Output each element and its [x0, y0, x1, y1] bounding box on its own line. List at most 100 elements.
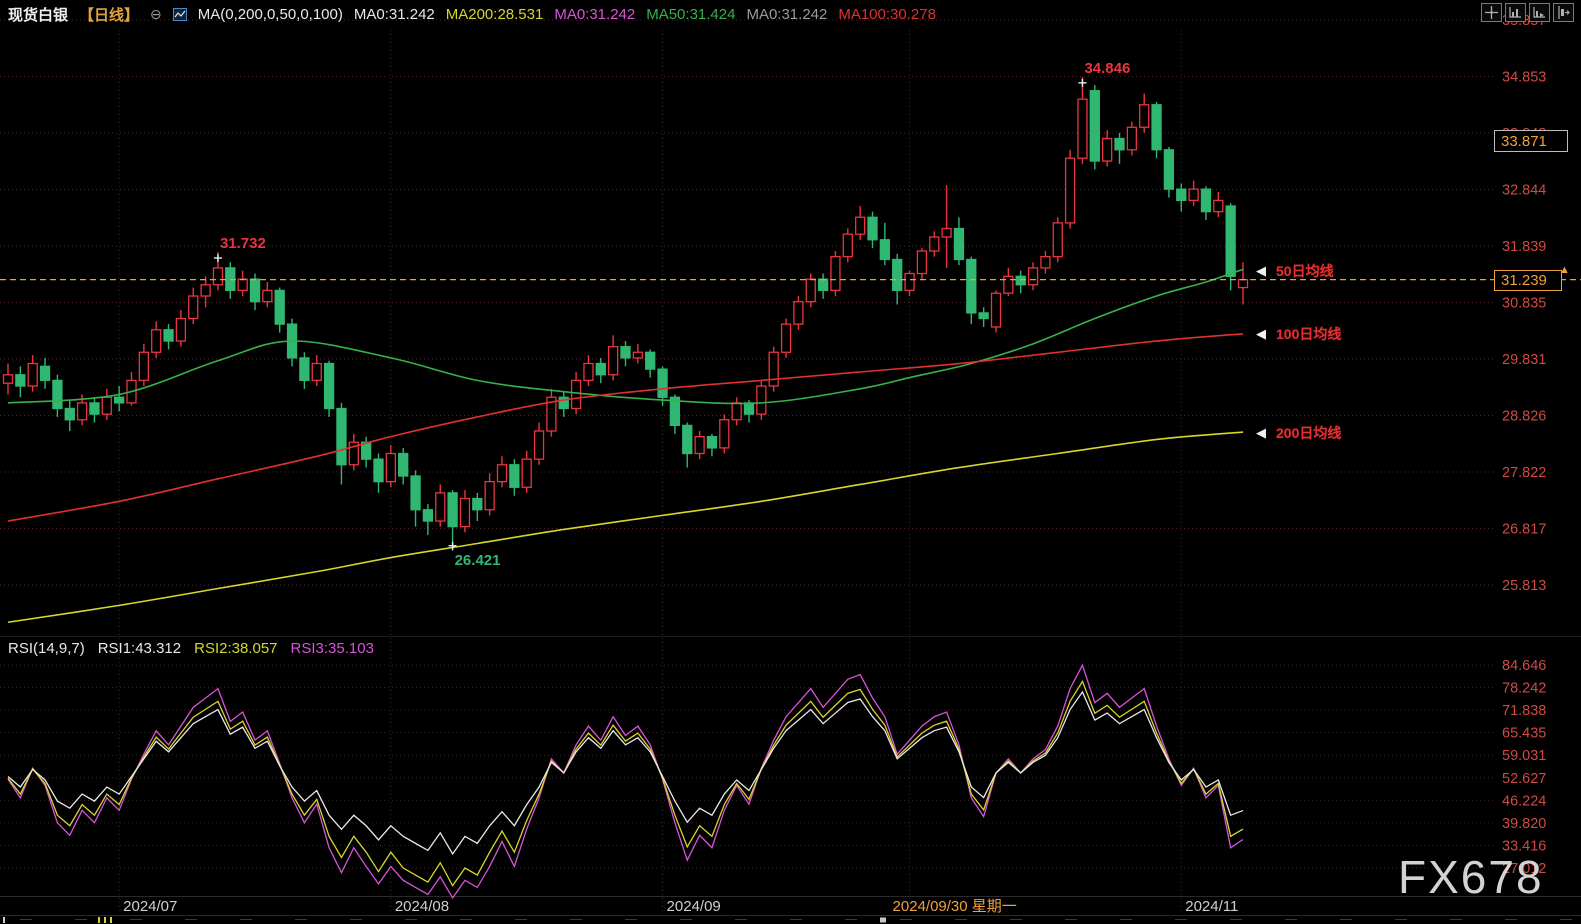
candle-body: [423, 510, 432, 521]
scrollbar-left-handle[interactable]: [3, 917, 5, 923]
candle-body: [4, 375, 13, 383]
rsi1-line: [8, 692, 1243, 854]
zoom-window-icon: [1508, 5, 1523, 20]
candle-body: [1029, 268, 1038, 285]
candle-body: [1004, 276, 1013, 293]
candle-body: [436, 493, 445, 521]
rsi-tick-label: 52.627: [1502, 771, 1546, 787]
left-arrow-icon: ◀: [1256, 425, 1266, 441]
candle-body: [596, 364, 605, 375]
candle-body: [720, 420, 729, 448]
candle-body: [78, 403, 87, 420]
candle-body: [535, 431, 544, 459]
candle-body: [707, 437, 716, 448]
rsi-tick-label: 39.820: [1502, 816, 1546, 832]
candle-body: [757, 386, 766, 414]
scrollbar-thumb[interactable]: [880, 918, 886, 923]
candle-body: [1140, 105, 1149, 128]
rsi-tick-label: 71.838: [1502, 703, 1546, 719]
candle-body: [374, 459, 383, 482]
swing-low-label: 26.421: [455, 552, 501, 569]
rsi-tick-label: 65.435: [1502, 726, 1546, 742]
price-tick-label: 34.853: [1502, 69, 1546, 85]
candle-body: [213, 268, 222, 285]
ma-value-2: MA0:31.242: [554, 6, 635, 23]
candle-body: [992, 293, 1001, 327]
candle-body: [868, 217, 877, 240]
candle-body: [312, 364, 321, 381]
candle-body: [53, 380, 62, 408]
candle-body: [460, 499, 469, 527]
candle-body: [263, 290, 272, 301]
price-tick-label: 28.826: [1502, 408, 1546, 424]
candle-body: [251, 279, 260, 302]
candle-body: [90, 403, 99, 414]
swing-high-label: 31.732: [220, 235, 266, 252]
rsi-value-2: RSI3:35.103: [291, 640, 374, 657]
candle-body: [411, 476, 420, 510]
candle-body: [1127, 127, 1136, 150]
ma-value-0: MA0:31.242: [354, 6, 435, 23]
candle-body: [448, 493, 457, 527]
candle-body: [337, 409, 346, 465]
ma50-tag: ◀ 50日均线: [1256, 261, 1334, 281]
candle-body: [152, 330, 161, 353]
price-tick-label: 32.844: [1502, 182, 1546, 198]
price-marker-value: 33.871: [1501, 133, 1547, 150]
zoom-window-button[interactable]: [1505, 3, 1526, 22]
candle-body: [1103, 139, 1112, 162]
last-price-value: 31.239: [1501, 272, 1547, 289]
x-axis-label: 2024/11: [1185, 898, 1238, 915]
price-tick-label: 31.839: [1502, 239, 1546, 255]
candle-body: [769, 352, 778, 386]
candle-body: [856, 217, 865, 234]
candle-body: [967, 259, 976, 312]
indicator-icon[interactable]: [173, 8, 187, 21]
ma-value-5: MA100:30.278: [838, 6, 936, 23]
candle-body: [633, 352, 642, 358]
candle-body: [115, 397, 124, 403]
x-axis-label: 2024/08: [395, 898, 449, 915]
trading-chart-window: 2024/072024/082024/092024/09/30 星期一2024/…: [0, 0, 1581, 924]
candle-body: [1090, 91, 1099, 161]
rsi-value-1: RSI2:38.057: [194, 640, 277, 657]
candle-body: [41, 366, 50, 380]
candle-body: [1041, 257, 1050, 268]
candle-body: [16, 375, 25, 386]
candle-body: [819, 279, 828, 290]
candle-body: [806, 279, 815, 302]
ma100-tag: ◀ 100日均线: [1256, 324, 1341, 344]
candle-body: [65, 409, 74, 420]
zoom-run-button[interactable]: [1529, 3, 1550, 22]
pan-tool-button[interactable]: [1481, 3, 1502, 22]
pan-icon: [1484, 5, 1499, 20]
candle-body: [745, 403, 754, 414]
zoom-reset-icon: [1556, 5, 1571, 20]
candle-body: [1066, 158, 1075, 223]
chart-canvas: 2024/072024/082024/092024/09/30 星期一2024/…: [0, 0, 1581, 924]
candle-body: [880, 240, 889, 260]
candle-body: [917, 251, 926, 273]
rsi-title: RSI(14,9,7): [8, 640, 85, 657]
left-arrow-icon: ◀: [1256, 263, 1266, 279]
candle-body: [473, 499, 482, 510]
candle-body: [300, 358, 309, 381]
ma-settings-label: MA(0,200,0,50,0,100): [198, 6, 343, 23]
candle-body: [1016, 276, 1025, 284]
candle-body: [782, 324, 791, 352]
candle-body: [572, 380, 581, 408]
candle-body: [942, 229, 951, 237]
candle-body: [1239, 280, 1248, 288]
candle-body: [238, 279, 247, 290]
candle-body: [843, 234, 852, 256]
zoom-reset-button[interactable]: [1553, 3, 1574, 22]
last-price-box: 31.239: [1494, 270, 1562, 291]
price-tick-label: 25.813: [1502, 578, 1546, 594]
candle-body: [1164, 150, 1173, 189]
price-tick-label: 30.835: [1502, 295, 1546, 311]
collapse-icon[interactable]: ⊖: [150, 6, 162, 23]
x-axis-label: 2024/09/30 星期一: [893, 898, 1017, 915]
ma100-tag-label: 100日均线: [1276, 324, 1341, 344]
candle-body: [498, 465, 507, 482]
candle-body: [979, 313, 988, 319]
